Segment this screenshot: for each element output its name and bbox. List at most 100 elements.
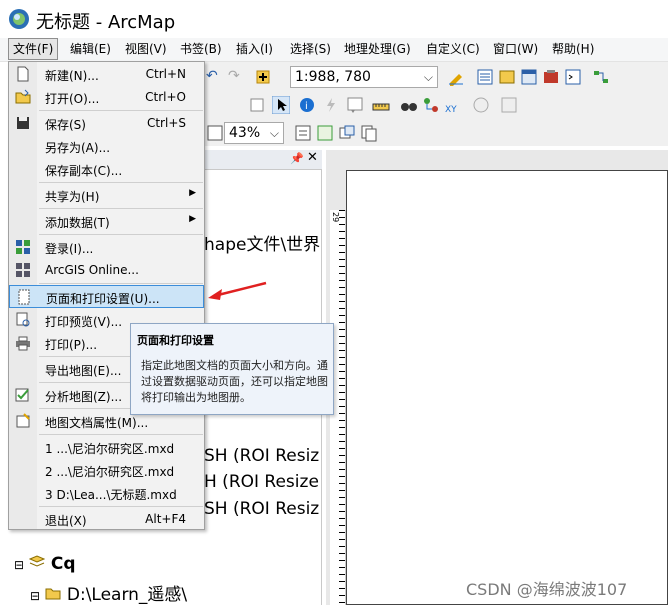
zoom-whole-page-icon[interactable]	[206, 124, 224, 142]
add-data-icon[interactable]	[254, 68, 272, 86]
find-binoculars-icon[interactable]	[400, 96, 418, 114]
data-driven-pages-icon[interactable]	[360, 124, 378, 142]
menu-separator	[39, 234, 203, 235]
close-icon[interactable]: ✕	[307, 150, 318, 165]
toc-layer-name[interactable]: H (ROI Resize	[204, 472, 319, 492]
folder-icon	[45, 588, 61, 600]
file-menu-dropdown: 新建(N)... Ctrl+N 打开(O)... Ctrl+O 保存(S) Ct…	[8, 61, 205, 530]
time-slider-icon[interactable]	[472, 96, 490, 114]
document-properties-icon	[16, 413, 30, 428]
menu-selection[interactable]: 选择(S)	[286, 38, 335, 60]
menu-item-page-print-setup[interactable]: 页面和打印设置(U)...	[9, 285, 204, 308]
menu-edit[interactable]: 编辑(E)	[66, 38, 115, 60]
arcgis-online-grid-icon	[16, 263, 30, 277]
toc-layer-path[interactable]: hape文件\世界	[204, 230, 320, 255]
svg-text:i: i	[305, 101, 308, 112]
find-route-icon[interactable]	[422, 96, 440, 114]
menu-item-share-as[interactable]: 共享为(H) ▶	[9, 184, 204, 207]
python-window-icon[interactable]	[564, 68, 582, 86]
menu-item-tooltip: 页面和打印设置 指定此地图文档的页面大小和方向。通过设置数据驱动页面，还可以指定…	[130, 323, 334, 415]
printer-icon	[16, 336, 30, 351]
menu-item-add-data[interactable]: 添加数据(T) ▶	[9, 210, 204, 233]
ruler-label: 29	[331, 212, 340, 223]
menu-item-arcgis-online[interactable]: ArcGIS Online...	[9, 259, 204, 282]
chevron-down-icon: ⌵	[269, 126, 279, 140]
menu-item-save[interactable]: 保存(S) Ctrl+S	[9, 112, 204, 135]
pin-icon[interactable]: 📌	[290, 152, 304, 165]
table-of-contents-icon[interactable]	[476, 68, 494, 86]
select-elements-arrow-icon[interactable]	[272, 96, 290, 114]
red-annotation-arrow-icon	[208, 281, 267, 300]
html-popup-icon[interactable]	[346, 96, 364, 114]
change-layout-icon[interactable]	[338, 124, 356, 142]
viewer-window-icon[interactable]	[500, 96, 518, 114]
undo-icon[interactable]: ↶	[206, 68, 224, 86]
toc-group-row[interactable]: ⊟ Cq	[14, 554, 76, 574]
print-preview-icon	[16, 312, 30, 327]
toc-folder-path: D:\Learn_遥感\	[66, 585, 188, 605]
menu-item-open[interactable]: 打开(O)... Ctrl+O	[9, 86, 204, 109]
menu-view[interactable]: 视图(V)	[121, 38, 171, 60]
menu-separator	[39, 283, 203, 284]
title-bar: 无标题 - ArcMap	[0, 0, 668, 38]
menu-item-save-copy[interactable]: 保存副本(C)...	[9, 158, 204, 181]
hyperlink-icon[interactable]	[322, 96, 340, 114]
toggle-draft-mode-icon[interactable]	[294, 124, 312, 142]
menu-item-recent-2[interactable]: 2 ...\尼泊尔研究区.mxd	[9, 459, 204, 482]
go-to-xy-icon[interactable]: XY	[444, 96, 462, 114]
menu-geoprocessing[interactable]: 地理处理(G)	[340, 38, 415, 60]
clear-selection-icon[interactable]	[248, 96, 266, 114]
menu-insert[interactable]: 插入(I)	[232, 38, 277, 60]
menu-item-recent-3[interactable]: 3 D:\Lea...\无标题.mxd	[9, 482, 204, 505]
tooltip-body: 指定此地图文档的页面大小和方向。通过设置数据驱动页面，还可以指定地图将打印输出为…	[141, 359, 328, 404]
open-folder-icon	[15, 89, 31, 104]
save-disk-icon	[17, 117, 29, 129]
layout-zoom-combobox[interactable]: 43% ⌵	[224, 122, 284, 144]
menu-separator	[39, 182, 203, 183]
menu-separator	[39, 110, 203, 111]
menu-bar: 文件(F) 编辑(E) 视图(V) 书签(B) 插入(I) 选择(S) 地理处理…	[0, 38, 668, 62]
menu-item-recent-1[interactable]: 1 ...\尼泊尔研究区.mxd	[9, 436, 204, 459]
model-builder-icon[interactable]	[592, 68, 610, 86]
collapse-icon[interactable]: ⊟	[30, 589, 40, 603]
focus-data-frame-icon[interactable]	[316, 124, 334, 142]
chevron-down-icon: ⌵	[423, 70, 433, 84]
editor-pencil-icon[interactable]	[447, 68, 465, 86]
menu-item-new[interactable]: 新建(N)... Ctrl+N	[9, 63, 204, 86]
menu-separator	[39, 208, 203, 209]
menu-separator	[39, 434, 203, 435]
layers-stack-icon	[29, 555, 46, 567]
menu-bookmarks[interactable]: 书签(B)	[176, 38, 226, 60]
measure-icon[interactable]	[372, 96, 390, 114]
toc-layer-name[interactable]: SH (ROI Resiz	[204, 499, 319, 519]
toc-header	[205, 150, 322, 170]
submenu-arrow-icon: ▶	[189, 214, 196, 224]
page-setup-icon	[18, 289, 30, 305]
submenu-arrow-icon: ▶	[189, 188, 196, 198]
identify-icon[interactable]: i	[298, 96, 316, 114]
arctoolbox-icon[interactable]	[542, 68, 560, 86]
new-document-icon	[17, 66, 29, 82]
menu-item-exit[interactable]: 退出(X) Alt+F4	[9, 508, 204, 531]
menu-help[interactable]: 帮助(H)	[548, 38, 598, 60]
map-scale-combobox[interactable]: 1:988, 780 ⌵	[290, 66, 438, 88]
menu-customize[interactable]: 自定义(C)	[422, 38, 484, 60]
menu-item-sign-in[interactable]: 登录(I)...	[9, 236, 204, 259]
catalog-icon[interactable]	[498, 68, 516, 86]
layout-page[interactable]	[346, 170, 668, 605]
redo-icon[interactable]: ↷	[228, 68, 246, 86]
tooltip-title: 页面和打印设置	[137, 334, 214, 347]
menu-window[interactable]: 窗口(W)	[489, 38, 542, 60]
toc-group-name: Cq	[50, 554, 76, 574]
menu-separator	[39, 506, 203, 507]
window-title: 无标题 - ArcMap	[36, 12, 176, 33]
menu-file[interactable]: 文件(F)	[8, 38, 59, 60]
watermark-text: CSDN @海绵波波107	[466, 580, 628, 599]
collapse-icon[interactable]: ⊟	[14, 558, 24, 572]
menu-item-save-as[interactable]: 另存为(A)...	[9, 135, 204, 158]
search-window-icon[interactable]	[520, 68, 538, 86]
analyze-map-icon	[15, 388, 29, 402]
toc-folder-row[interactable]: ⊟ D:\Learn_遥感\	[30, 580, 187, 605]
toc-layer-name[interactable]: SH (ROI Resiz	[204, 446, 319, 466]
sign-in-grid-icon	[16, 240, 30, 254]
